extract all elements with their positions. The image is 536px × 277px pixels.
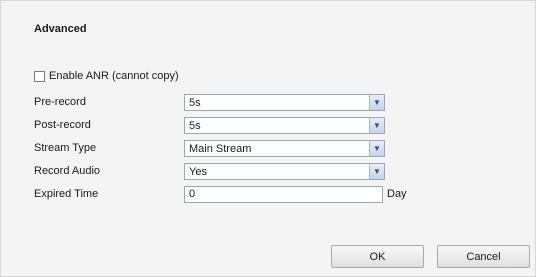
record-audio-select[interactable]: Yes ▼ (184, 163, 385, 180)
enable-anr-label: Enable ANR (cannot copy) (49, 70, 179, 82)
stream-type-select[interactable]: Main Stream ▼ (184, 140, 385, 157)
post-record-label: Post-record (34, 119, 91, 131)
enable-anr-row[interactable]: Enable ANR (cannot copy) (34, 70, 179, 82)
stream-type-value: Main Stream (189, 142, 252, 155)
post-record-value: 5s (189, 119, 201, 132)
post-record-select[interactable]: 5s ▼ (184, 117, 385, 134)
pre-record-value: 5s (189, 96, 201, 109)
expired-time-unit: Day (387, 188, 407, 200)
expired-time-input[interactable]: 0 (184, 186, 383, 203)
record-audio-label: Record Audio (34, 165, 101, 177)
section-title: Advanced (34, 23, 87, 35)
pre-record-select[interactable]: 5s ▼ (184, 94, 385, 111)
expired-time-label: Expired Time (34, 188, 99, 200)
stream-type-label: Stream Type (34, 142, 97, 154)
cancel-button[interactable]: Cancel (437, 245, 530, 268)
chevron-down-icon[interactable]: ▼ (369, 118, 384, 133)
chevron-down-icon[interactable]: ▼ (369, 164, 384, 179)
enable-anr-checkbox[interactable] (34, 70, 45, 82)
ok-button[interactable]: OK (331, 245, 424, 268)
chevron-down-icon[interactable]: ▼ (369, 141, 384, 156)
chevron-down-icon[interactable]: ▼ (369, 95, 384, 110)
pre-record-label: Pre-record (34, 96, 86, 108)
record-audio-value: Yes (189, 165, 207, 178)
advanced-settings-panel: Advanced Enable ANR (cannot copy) Pre-re… (0, 0, 536, 277)
